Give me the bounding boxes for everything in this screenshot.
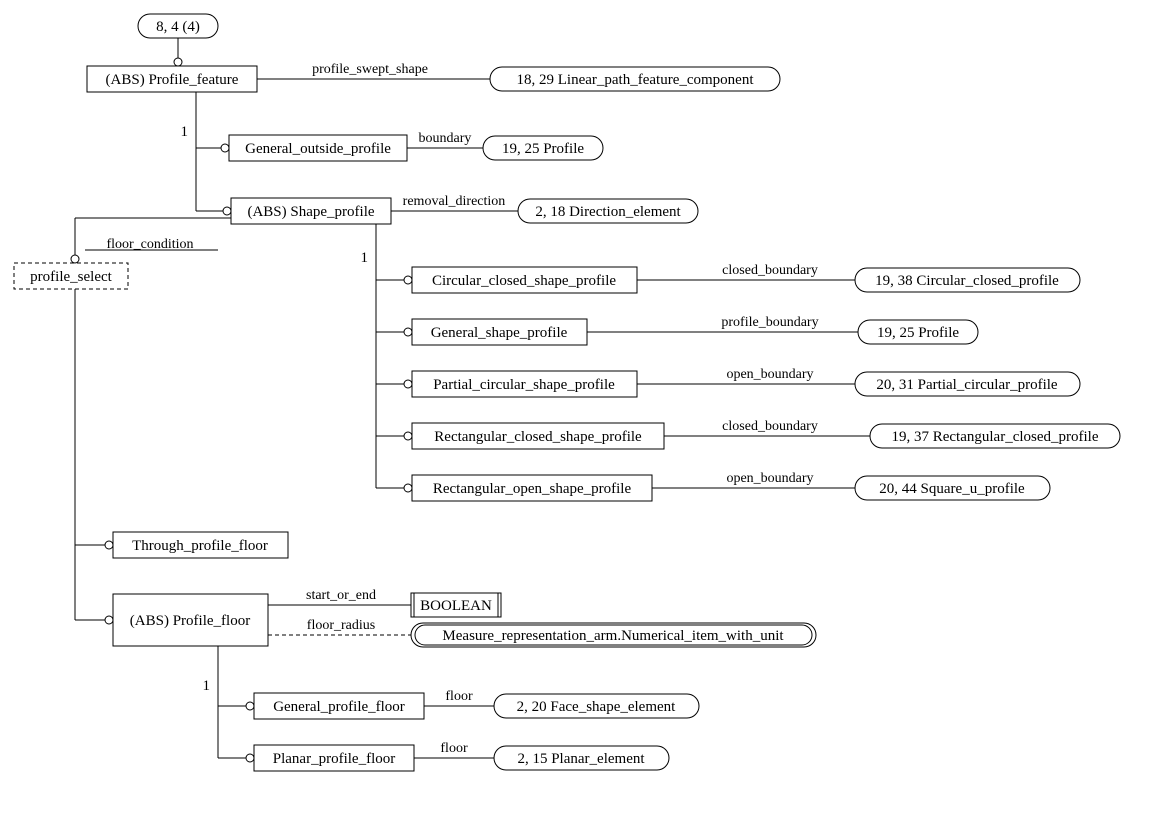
direction-elem-label: 2, 18 Direction_element [535, 204, 681, 220]
general-outside-profile-label: General_outside_profile [245, 141, 391, 157]
shape-profile-label: (ABS) Shape_profile [247, 204, 374, 220]
planar-elem-label: 2, 15 Planar_element [517, 751, 645, 767]
face-shape-label: 2, 20 Face_shape_element [517, 699, 677, 715]
profile-select-label: profile_select [30, 269, 112, 285]
circ-closed-sp-label: Circular_closed_shape_profile [432, 273, 616, 289]
one-c: 1 [203, 678, 211, 694]
closed-boundary-1: closed_boundary [722, 263, 818, 278]
profile-boundary-label: profile_boundary [721, 315, 818, 330]
rect-closed-prof-label: 19, 37 Rectangular_closed_profile [891, 429, 1098, 445]
circ-closed-prof-label: 19, 38 Circular_closed_profile [875, 273, 1059, 289]
general-pf-label: General_profile_floor [273, 699, 405, 715]
open-boundary-1: open_boundary [726, 367, 813, 382]
profile-swept-shape-label: profile_swept_shape [312, 62, 428, 77]
measure-rep-label: Measure_representation_arm.Numerical_ite… [442, 628, 784, 644]
linear-path-label: 18, 29 Linear_path_feature_component [517, 72, 755, 88]
one-a: 1 [181, 124, 189, 140]
profile-ref-2-label: 19, 25 Profile [877, 325, 959, 341]
rect-closed-sp-label: Rectangular_closed_shape_profile [434, 429, 642, 445]
open-boundary-2: open_boundary [726, 471, 813, 486]
profile-feature-label: (ABS) Profile_feature [106, 72, 239, 88]
ref-root-label: 8, 4 (4) [156, 19, 200, 35]
closed-boundary-2: closed_boundary [722, 419, 818, 434]
abs-pf-label: (ABS) Profile_floor [130, 613, 250, 629]
boundary-label: boundary [419, 131, 472, 146]
start-or-end-label: start_or_end [306, 588, 376, 603]
floor-2-label: floor [440, 741, 468, 756]
square-u-prof-label: 20, 44 Square_u_profile [879, 481, 1025, 497]
floor-radius-label: floor_radius [307, 618, 375, 633]
planar-pf-label: Planar_profile_floor [273, 751, 395, 767]
floor-1-label: floor [445, 689, 473, 704]
general-sp-label: General_shape_profile [431, 325, 568, 341]
through-pf-label: Through_profile_floor [132, 538, 268, 554]
partial-circ-prof-label: 20, 31 Partial_circular_profile [876, 377, 1058, 393]
rect-open-sp-label: Rectangular_open_shape_profile [433, 481, 632, 497]
removal-direction-label: removal_direction [403, 194, 506, 209]
one-b: 1 [361, 250, 369, 266]
partial-circ-sp-label: Partial_circular_shape_profile [433, 377, 615, 393]
profile-ref-1-label: 19, 25 Profile [502, 141, 584, 157]
boolean-label: BOOLEAN [420, 598, 492, 614]
